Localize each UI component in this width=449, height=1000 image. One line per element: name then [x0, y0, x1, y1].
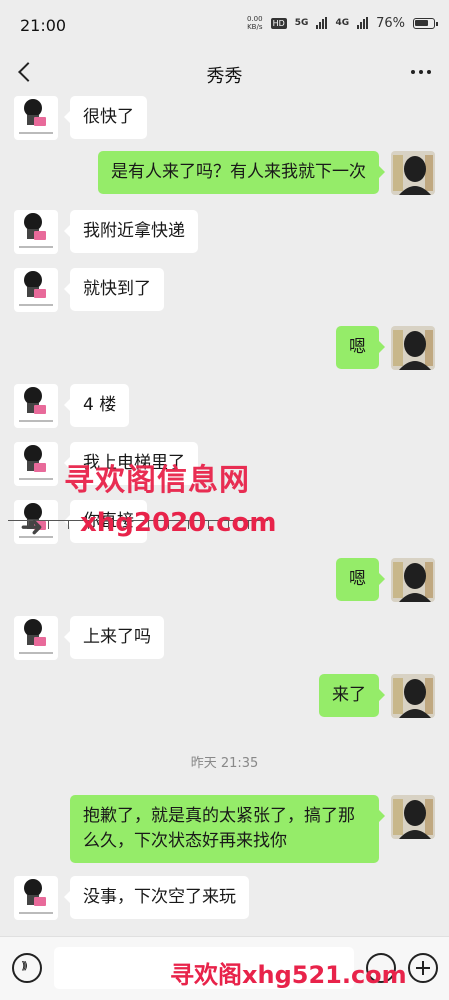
chat-title: 秀秀 — [206, 66, 243, 87]
message-bubble-sent[interactable]: 来了 — [319, 674, 385, 717]
contact-avatar[interactable] — [14, 210, 58, 254]
message-bubble-received[interactable]: 没事，下次空了来玩 — [64, 876, 249, 919]
my-avatar-image — [391, 326, 435, 370]
contact-avatar-image — [14, 96, 58, 140]
message-bubble-received[interactable]: 4 楼 — [63, 384, 130, 427]
contact-avatar-image — [14, 876, 58, 920]
add-attachment-icon[interactable] — [408, 953, 438, 983]
network-4g-label: 4G — [335, 18, 350, 28]
network-speed-unit: KB/s — [247, 23, 263, 31]
network-speed-value: 0.00 — [247, 15, 263, 23]
more-options-icon[interactable] — [411, 70, 431, 74]
network-speed: 0.00 KB/s — [247, 15, 263, 31]
contact-avatar-image — [14, 268, 58, 312]
contact-avatar[interactable] — [14, 96, 58, 140]
my-avatar[interactable] — [391, 795, 435, 839]
status-bar: 21:00 0.00 KB/s HD 5G 4G 76% — [0, 0, 449, 50]
watermark-site-name: 寻欢阁信息网 — [64, 463, 250, 498]
contact-avatar-image — [14, 616, 58, 660]
message-bubble-received[interactable]: 上来了吗 — [64, 616, 164, 659]
watermark-arrow-icon: ➜ — [20, 510, 44, 543]
contact-avatar[interactable] — [14, 268, 58, 312]
contact-avatar[interactable] — [14, 616, 58, 660]
contact-avatar-image — [14, 210, 58, 254]
my-avatar[interactable] — [391, 151, 435, 195]
battery-percent: 76% — [376, 15, 405, 31]
contact-avatar[interactable] — [14, 876, 58, 920]
hd-icon: HD — [270, 17, 287, 29]
message-timestamp: 昨天 21:35 — [190, 756, 259, 771]
message-bubble-received[interactable]: 我附近拿快递 — [64, 210, 198, 253]
contact-avatar-image — [14, 442, 58, 486]
signal-5g-icon — [316, 17, 328, 29]
voice-input-icon[interactable] — [12, 953, 42, 983]
my-avatar-image — [391, 151, 435, 195]
status-indicators: 0.00 KB/s HD 5G 4G 76% — [247, 15, 438, 31]
message-bubble-sent[interactable]: 嗯 — [336, 558, 385, 601]
watermark-bottom: 寻欢阁xhg521.com — [170, 961, 407, 989]
my-avatar[interactable] — [391, 326, 435, 370]
watermark-site-url: xhg2020.com — [80, 508, 277, 538]
message-bubble-sent[interactable]: 嗯 — [336, 326, 385, 369]
contact-avatar[interactable] — [14, 442, 58, 486]
my-avatar-image — [391, 674, 435, 718]
status-time: 21:00 — [20, 16, 67, 35]
my-avatar-image — [391, 558, 435, 602]
chat-header: 秀秀 — [0, 50, 449, 96]
message-bubble-received[interactable]: 就快到了 — [64, 268, 164, 311]
signal-4g-icon — [357, 17, 369, 29]
battery-icon — [413, 17, 438, 29]
message-bubble-sent[interactable]: 是有人来了吗？有人来我就下一次 — [98, 151, 385, 194]
network-5g-label: 5G — [294, 18, 309, 28]
message-bubble-sent[interactable]: 抱歉了，就是真的太紧张了，搞了那么久，下次状态好再来找你 — [70, 795, 385, 863]
my-avatar[interactable] — [391, 674, 435, 718]
message-bubble-received[interactable]: 很快了 — [64, 96, 147, 139]
my-avatar-image — [391, 795, 435, 839]
contact-avatar-image — [14, 384, 58, 428]
my-avatar[interactable] — [391, 558, 435, 602]
contact-avatar[interactable] — [14, 384, 58, 428]
